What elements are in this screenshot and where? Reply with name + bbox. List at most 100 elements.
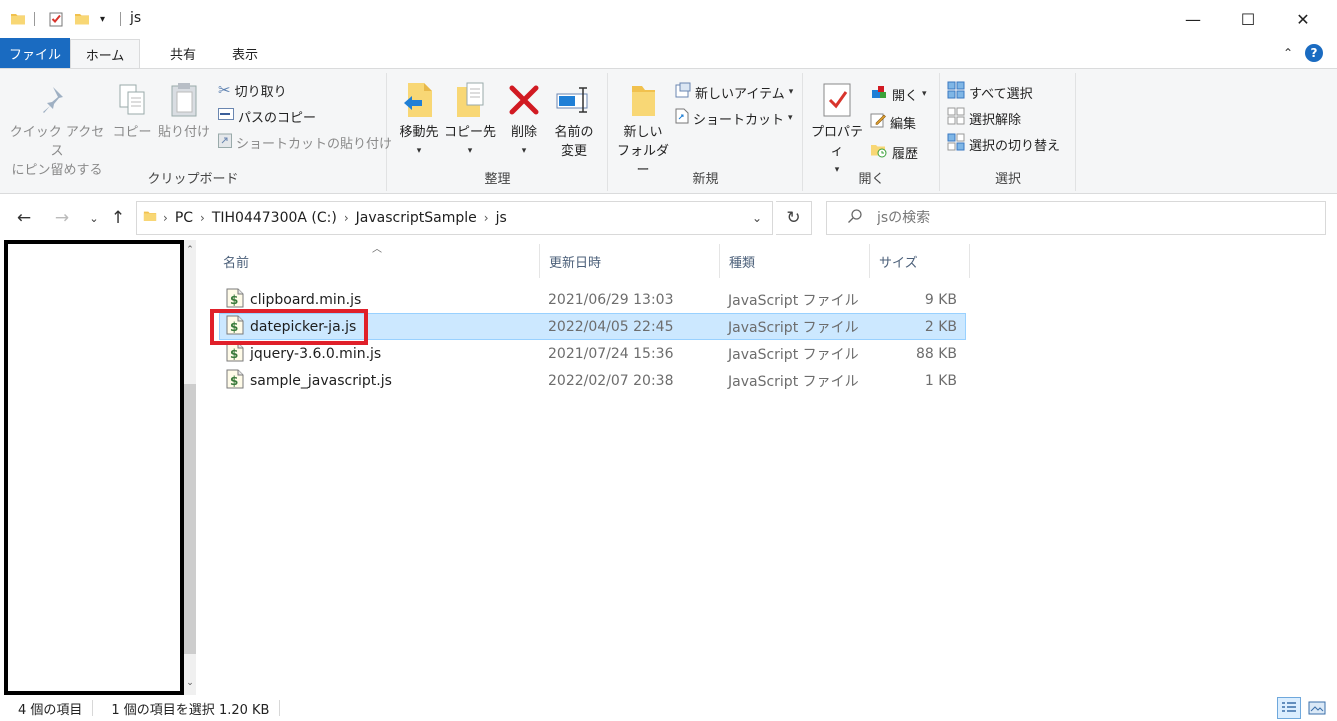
recent-locations-chevron-icon[interactable]: ⌄ [82, 206, 106, 230]
details-view-icon[interactable] [1277, 697, 1301, 719]
svg-text:$: $ [230, 293, 238, 307]
svg-text:$: $ [230, 374, 238, 388]
select-none-button[interactable]: 選択解除 [947, 107, 1021, 129]
qa-divider [34, 12, 35, 26]
shortcut-icon [675, 108, 689, 128]
delete-button[interactable]: 削除 ▾ [502, 77, 546, 161]
collapse-ribbon-icon[interactable]: ⌃ [1283, 46, 1293, 60]
file-size: 1 KB [924, 372, 957, 389]
javascript-file-icon: $ [226, 369, 244, 393]
properties-icon [822, 77, 852, 123]
edit-button[interactable]: 編集 [870, 111, 916, 133]
scroll-up-arrow-icon[interactable]: ⌃ [184, 243, 196, 257]
ribbon-tabs: ファイル ホーム 共有 表示 [0, 38, 1337, 69]
file-date: 2022/04/05 22:45 [548, 318, 674, 335]
paste-icon [169, 77, 199, 123]
file-row[interactable]: $ sample_javascript.js 2022/02/07 20:38 … [219, 367, 966, 394]
group-label-clipboard: クリップボード [147, 172, 239, 187]
file-name: sample_javascript.js [250, 372, 392, 389]
navigation-bar: ← → ⌄ ↑ › PC › TIH0447300A (C:) › Javasc… [0, 198, 1337, 240]
navigation-pane-scroll-thumb[interactable] [184, 384, 196, 654]
move-to-icon [402, 77, 436, 123]
history-icon [870, 142, 888, 162]
large-icons-view-icon[interactable] [1305, 697, 1329, 719]
file-date: 2021/07/24 15:36 [548, 345, 674, 362]
back-arrow-icon[interactable]: ← [12, 206, 36, 230]
address-bar[interactable]: › PC › TIH0447300A (C:) › JavascriptSamp… [136, 201, 773, 235]
minimize-button[interactable]: — [1166, 0, 1220, 38]
copy-to-button[interactable]: コピー先 ▾ [444, 77, 496, 161]
copy-to-icon [453, 77, 487, 123]
scroll-down-arrow-icon[interactable]: ⌄ [184, 676, 196, 690]
invert-selection-button[interactable]: 選択の切り替え [947, 133, 1060, 155]
open-button[interactable]: 開く ▾ [870, 83, 927, 105]
group-label-organize: 整理 [484, 172, 511, 187]
file-type: JavaScript ファイル [728, 319, 859, 336]
svg-text:$: $ [230, 347, 238, 361]
new-folder-button[interactable]: 新しい フォルダー [613, 77, 673, 180]
address-dropdown-chevron-icon[interactable]: ⌄ [752, 211, 772, 225]
column-header-size[interactable]: サイズ [870, 244, 970, 278]
tab-share[interactable]: 共有 [140, 38, 214, 68]
window-title: js [130, 10, 142, 26]
search-input[interactable] [877, 210, 1277, 226]
group-label-open: 開く [858, 172, 885, 187]
title-bar: ▾ js — ☐ ✕ [0, 0, 1337, 38]
up-arrow-icon[interactable]: ↑ [106, 206, 130, 230]
select-all-button[interactable]: すべて選択 [947, 81, 1033, 103]
breadcrumb-drive[interactable]: TIH0447300A (C:) [205, 210, 344, 226]
history-button[interactable]: 履歴 [870, 141, 918, 163]
chevron-down-icon: ▾ [788, 113, 793, 123]
column-header-name[interactable]: 名前 [214, 244, 540, 278]
breadcrumb-js[interactable]: js [489, 210, 514, 226]
group-clipboard: クイック アクセス にピン留めする コピー 貼り付け ✂ 切り取り パスのコピー [0, 73, 392, 191]
ribbon: クイック アクセス にピン留めする コピー 貼り付け ✂ 切り取り パスのコピー [0, 68, 1337, 194]
shortcut-button[interactable]: ショートカット ▾ [675, 107, 793, 129]
pin-quick-access-button[interactable]: クイック アクセス にピン留めする [8, 77, 106, 180]
search-box[interactable] [826, 201, 1326, 235]
maximize-button[interactable]: ☐ [1221, 0, 1275, 38]
chevron-down-icon: ▾ [467, 146, 473, 156]
new-item-icon [675, 82, 691, 102]
scissors-icon: ✂ [218, 81, 231, 99]
properties-button[interactable]: プロパティ ▾ [806, 77, 868, 180]
javascript-file-icon: $ [226, 288, 244, 312]
copy-path-button[interactable]: パスのコピー [218, 105, 316, 127]
qa-divider [120, 12, 121, 26]
breadcrumb-javascriptsample[interactable]: JavascriptSample [349, 210, 484, 226]
close-button[interactable]: ✕ [1276, 0, 1330, 38]
ribbon-controls: ⌃ ? [1283, 44, 1323, 62]
group-organize: 移動先 ▾ コピー先 ▾ 削除 ▾ 名前の 変更 整理 [388, 73, 608, 191]
move-to-button[interactable]: 移動先 ▾ [392, 77, 446, 161]
select-all-icon [947, 81, 965, 103]
file-type: JavaScript ファイル [728, 373, 859, 390]
tab-file[interactable]: ファイル [0, 38, 70, 68]
navigation-pane-redacted [4, 240, 184, 695]
new-item-button[interactable]: 新しいアイテム ▾ [675, 81, 793, 103]
javascript-file-icon: $ [226, 342, 244, 366]
column-header-type[interactable]: 種類 [720, 244, 870, 278]
forward-arrow-icon[interactable]: → [50, 206, 74, 230]
paste-button[interactable]: 貼り付け [156, 77, 212, 142]
properties-qa-icon[interactable] [48, 9, 64, 29]
copy-icon [117, 77, 147, 123]
cut-button[interactable]: ✂ 切り取り [218, 79, 287, 101]
refresh-icon[interactable]: ↻ [776, 201, 812, 235]
new-folder-qa-icon[interactable] [74, 9, 90, 29]
help-icon[interactable]: ? [1305, 44, 1323, 62]
group-select: すべて選択 選択解除 選択の切り替え 選択 [941, 73, 1076, 191]
file-type: JavaScript ファイル [728, 346, 859, 363]
breadcrumb-pc[interactable]: PC [168, 210, 200, 226]
customize-qa-dropdown-icon[interactable]: ▾ [100, 9, 105, 29]
tab-home[interactable]: ホーム [70, 39, 140, 69]
file-size: 88 KB [915, 345, 957, 362]
tab-view[interactable]: 表示 [214, 38, 274, 68]
status-selection: 1 個の項目を選択 1.20 KB [93, 700, 281, 718]
rename-button[interactable]: 名前の 変更 [548, 77, 600, 161]
column-header-date[interactable]: 更新日時 [540, 244, 720, 278]
paste-shortcut-button[interactable]: ショートカットの貼り付け [218, 131, 392, 153]
copy-button[interactable]: コピー [110, 77, 154, 142]
search-icon [847, 208, 863, 228]
file-name: clipboard.min.js [250, 291, 362, 308]
file-date: 2022/02/07 20:38 [548, 372, 674, 389]
